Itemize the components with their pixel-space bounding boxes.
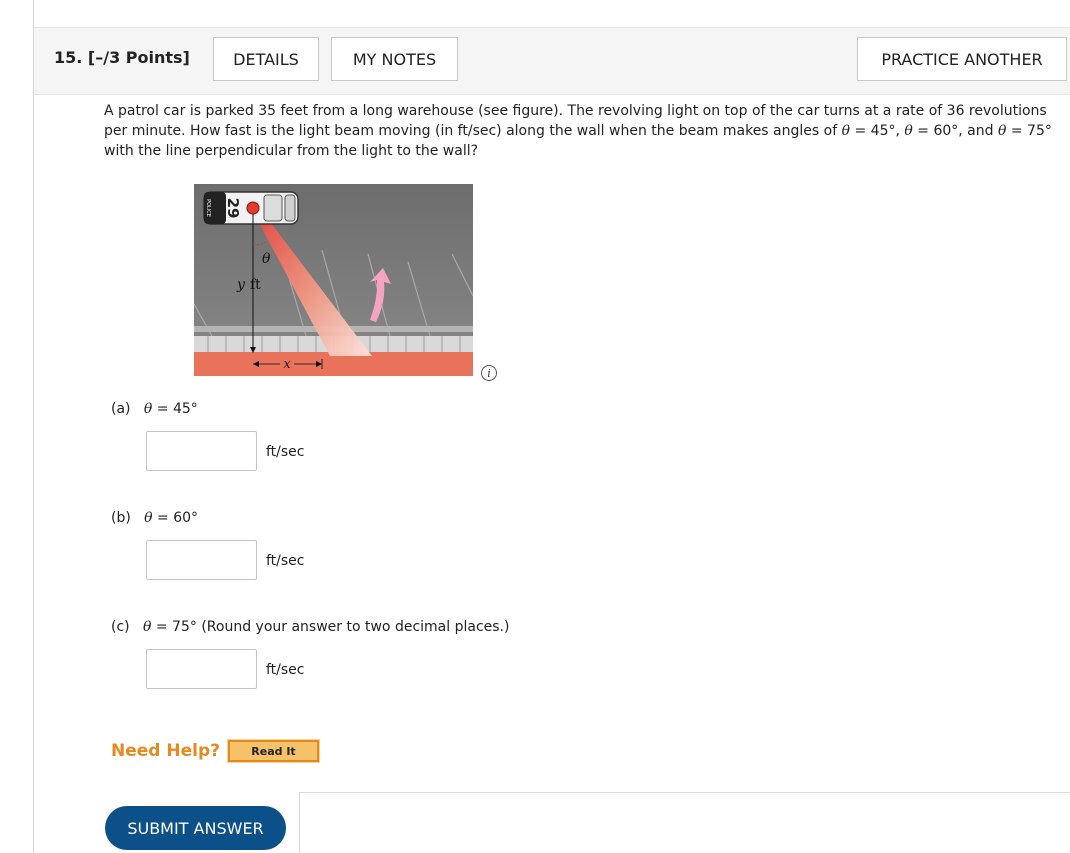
part-b-label: (b) θ = 60° [111, 510, 199, 526]
question-number: 15. [–/3 Points] [54, 48, 190, 67]
details-button[interactable]: DETAILS [213, 37, 319, 81]
x-label: x [283, 357, 291, 372]
patrol-car-figure: POLICE 29 θ y ft x [194, 184, 473, 376]
unit-label-b: ft/sec [266, 553, 305, 569]
my-notes-button[interactable]: MY NOTES [331, 37, 458, 81]
y-unit-label: ft [250, 277, 261, 293]
car-police-text: POLICE [205, 199, 211, 217]
practice-another-button[interactable]: PRACTICE ANOTHER [857, 37, 1067, 81]
read-it-button[interactable]: Read It [227, 739, 320, 763]
unit-label-c: ft/sec [266, 662, 305, 678]
answer-input-c[interactable] [146, 649, 257, 689]
unit-label-a: ft/sec [266, 444, 305, 460]
answer-input-b[interactable] [146, 540, 257, 580]
part-c-label: (c) θ = 75° (Round your answer to two de… [111, 619, 510, 635]
theta-label: θ [262, 251, 271, 267]
left-border [33, 0, 34, 853]
revolving-light [246, 201, 260, 215]
y-label: y [236, 277, 246, 293]
question-prompt: A patrol car is parked 35 feet from a lo… [104, 103, 1052, 159]
feedback-panel [299, 792, 1070, 853]
info-icon[interactable]: i [481, 365, 497, 381]
need-help-label: Need Help? [111, 741, 220, 761]
car-number: 29 [224, 198, 242, 219]
submit-answer-button[interactable]: SUBMIT ANSWER [105, 806, 286, 850]
part-a-label: (a) θ = 45° [111, 401, 198, 417]
answer-input-a[interactable] [146, 431, 257, 471]
